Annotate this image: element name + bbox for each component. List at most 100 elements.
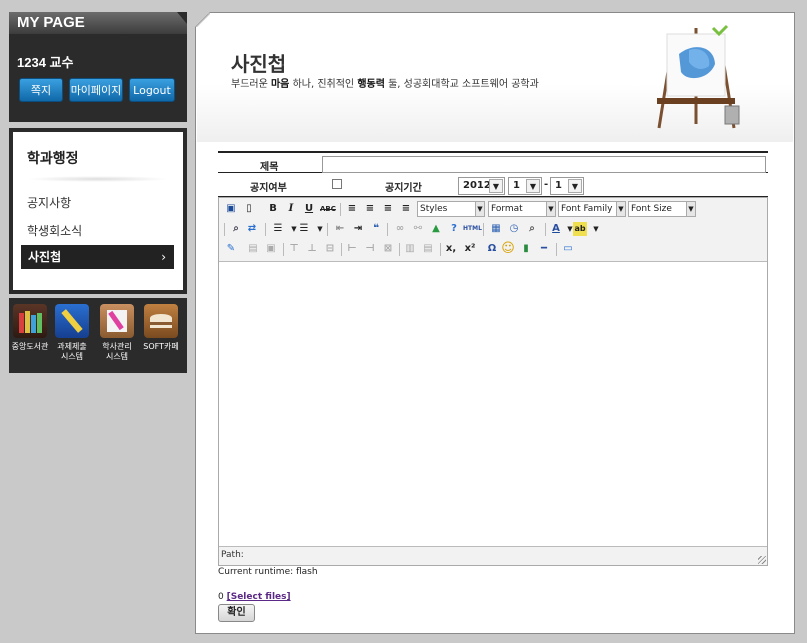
quick-link-cafe[interactable]: SOFT카페 xyxy=(141,304,181,352)
panel-corner-fold xyxy=(195,12,210,27)
special-char-icon[interactable]: Ω xyxy=(485,242,499,256)
toolbar-separator xyxy=(340,203,341,216)
chevron-down-icon: ▼ xyxy=(475,202,484,216)
unlink-icon[interactable]: ⚯ xyxy=(411,222,425,236)
quick-link-label: 중앙도서관 xyxy=(11,342,49,351)
toolbar-separator xyxy=(265,223,266,236)
quick-link-assignment[interactable]: 과제제출 시스템 xyxy=(52,304,92,362)
styles-dropdown[interactable]: Styles ▼ xyxy=(417,201,485,217)
message-button[interactable]: 쪽지 xyxy=(19,78,63,102)
resize-handle-icon[interactable] xyxy=(758,556,766,564)
font-family-dropdown[interactable]: Font Family ▼ xyxy=(558,201,626,217)
quick-link-library[interactable]: 중앙도서관 xyxy=(10,304,50,352)
editor-toolbar: ▣ ▯ B I U ABC ≡ ≡ ≡ ≡ Styles ▼ Format ▼ Fo… xyxy=(219,198,767,260)
merge-cells-icon[interactable]: ▤ xyxy=(421,242,435,256)
insert-col-after-icon[interactable]: ⊣ xyxy=(363,242,377,256)
text-color-icon[interactable]: A xyxy=(549,222,563,236)
align-right-icon[interactable]: ≡ xyxy=(381,202,395,216)
title-input[interactable] xyxy=(322,156,766,173)
blockquote-icon[interactable]: ❝ xyxy=(369,222,383,236)
format-label: Format xyxy=(491,204,523,214)
year-select[interactable]: 2012 ▼ xyxy=(458,177,505,195)
quick-link-label: 과제제출 시스템 xyxy=(57,342,87,361)
toolbar-separator xyxy=(483,223,484,236)
notice-checkbox[interactable] xyxy=(332,179,342,189)
image-icon[interactable]: ▲ xyxy=(429,222,443,236)
month-select[interactable]: 1 ▼ xyxy=(508,177,542,195)
mypage-panel: MY PAGE 1234 교수 쪽지 마이페이지 Logout xyxy=(9,12,187,122)
toolbar-separator xyxy=(283,243,284,256)
chevron-down-icon[interactable]: ▼ xyxy=(589,222,603,236)
link-icon[interactable]: ∞ xyxy=(393,222,407,236)
align-left-icon[interactable]: ≡ xyxy=(345,202,359,216)
chevron-down-icon: ▼ xyxy=(546,202,555,216)
strikethrough-icon[interactable]: ABC xyxy=(320,202,336,216)
replace-icon[interactable]: ⇄ xyxy=(245,222,259,236)
toolbar-separator xyxy=(440,243,441,256)
find-icon[interactable]: ⌕ xyxy=(229,222,243,236)
chevron-down-icon[interactable]: ▼ xyxy=(313,222,327,236)
edit-icon[interactable]: ✎ xyxy=(224,242,238,256)
day-select[interactable]: 1 ▼ xyxy=(550,177,584,195)
insert-time-icon[interactable]: ◷ xyxy=(507,222,521,236)
delete-row-icon[interactable]: ⊟ xyxy=(323,242,337,256)
new-document-icon[interactable]: ▯ xyxy=(242,202,256,216)
menu-item-notice[interactable]: 공지사항 xyxy=(27,194,71,211)
html-source-icon[interactable]: HTML xyxy=(463,222,482,236)
media-icon[interactable]: ▮ xyxy=(519,242,533,256)
split-cells-icon[interactable]: ▥ xyxy=(403,242,417,256)
outdent-icon[interactable]: ⇤ xyxy=(333,222,347,236)
font-size-label: Font Size xyxy=(631,204,672,214)
help-icon[interactable]: ? xyxy=(447,222,461,236)
quick-link-label: 학사관리 시스템 xyxy=(102,342,132,361)
toolbar-separator xyxy=(556,243,557,256)
editor-content-area[interactable] xyxy=(219,261,767,547)
underline-icon[interactable]: U xyxy=(302,202,316,216)
subscript-icon[interactable]: x, xyxy=(444,242,458,256)
save-icon[interactable]: ▣ xyxy=(224,202,238,216)
select-files-link[interactable]: [Select files] xyxy=(227,592,291,602)
confirm-button[interactable]: 확인 xyxy=(218,604,255,622)
table-cell-icon[interactable]: ▣ xyxy=(264,242,278,256)
highlight-color-icon[interactable]: ab xyxy=(573,222,587,236)
rich-text-editor: ▣ ▯ B I U ABC ≡ ≡ ≡ ≡ Styles ▼ Format ▼ Fo… xyxy=(218,197,768,566)
italic-icon[interactable]: I xyxy=(284,202,298,216)
side-menu-inner: 학과행정 공지사항 학생회소식 사진첩 › xyxy=(13,132,183,290)
insert-date-icon[interactable]: ▦ xyxy=(489,222,503,236)
preview-icon[interactable]: ⌕ xyxy=(525,222,539,236)
quick-link-academic-admin[interactable]: 학사관리 시스템 xyxy=(97,304,137,362)
indent-icon[interactable]: ⇥ xyxy=(351,222,365,236)
numbered-list-icon[interactable]: ☰ xyxy=(297,222,311,236)
mypage-button[interactable]: 마이페이지 xyxy=(69,78,123,102)
menu-item-photo-album[interactable]: 사진첩 › xyxy=(21,245,174,269)
period-label: 공지기간 xyxy=(385,183,422,194)
insert-col-before-icon[interactable]: ⊢ xyxy=(345,242,359,256)
notice-label: 공지여부 xyxy=(250,183,287,194)
table-row-icon[interactable]: ▤ xyxy=(246,242,260,256)
emoticon-icon[interactable]: ☺ xyxy=(501,242,515,256)
library-icon xyxy=(13,304,47,338)
toolbar-separator xyxy=(387,223,388,236)
fullscreen-icon[interactable]: ▭ xyxy=(561,242,575,256)
logout-button[interactable]: Logout xyxy=(129,78,175,102)
align-justify-icon[interactable]: ≡ xyxy=(399,202,413,216)
bold-icon[interactable]: B xyxy=(266,202,280,216)
delete-col-icon[interactable]: ⊠ xyxy=(381,242,395,256)
notice-row: 공지여부 공지기간 2012 ▼ 1 ▼ - 1 ▼ xyxy=(218,175,768,197)
font-family-label: Font Family xyxy=(561,204,613,214)
bullet-list-icon[interactable]: ☰ xyxy=(271,222,285,236)
page-banner: 사진첩 부드러운 마음 하나, 진취적인 행동력 둘, 성공회대학교 소프트웨어… xyxy=(197,14,793,142)
easel-illustration-icon xyxy=(657,24,740,129)
menu-item-student-news[interactable]: 학생회소식 xyxy=(27,222,82,239)
cafe-icon xyxy=(144,304,178,338)
insert-row-after-icon[interactable]: ⊥ xyxy=(305,242,319,256)
format-dropdown[interactable]: Format ▼ xyxy=(488,201,556,217)
font-size-dropdown[interactable]: Font Size ▼ xyxy=(628,201,696,217)
chevron-down-icon: ▼ xyxy=(686,202,695,216)
title-label: 제목 xyxy=(260,162,279,173)
align-center-icon[interactable]: ≡ xyxy=(363,202,377,216)
superscript-icon[interactable]: x² xyxy=(463,242,477,256)
horizontal-rule-icon[interactable]: ━ xyxy=(537,242,551,256)
file-count: 0 xyxy=(218,592,224,602)
insert-row-before-icon[interactable]: ⊤ xyxy=(287,242,301,256)
